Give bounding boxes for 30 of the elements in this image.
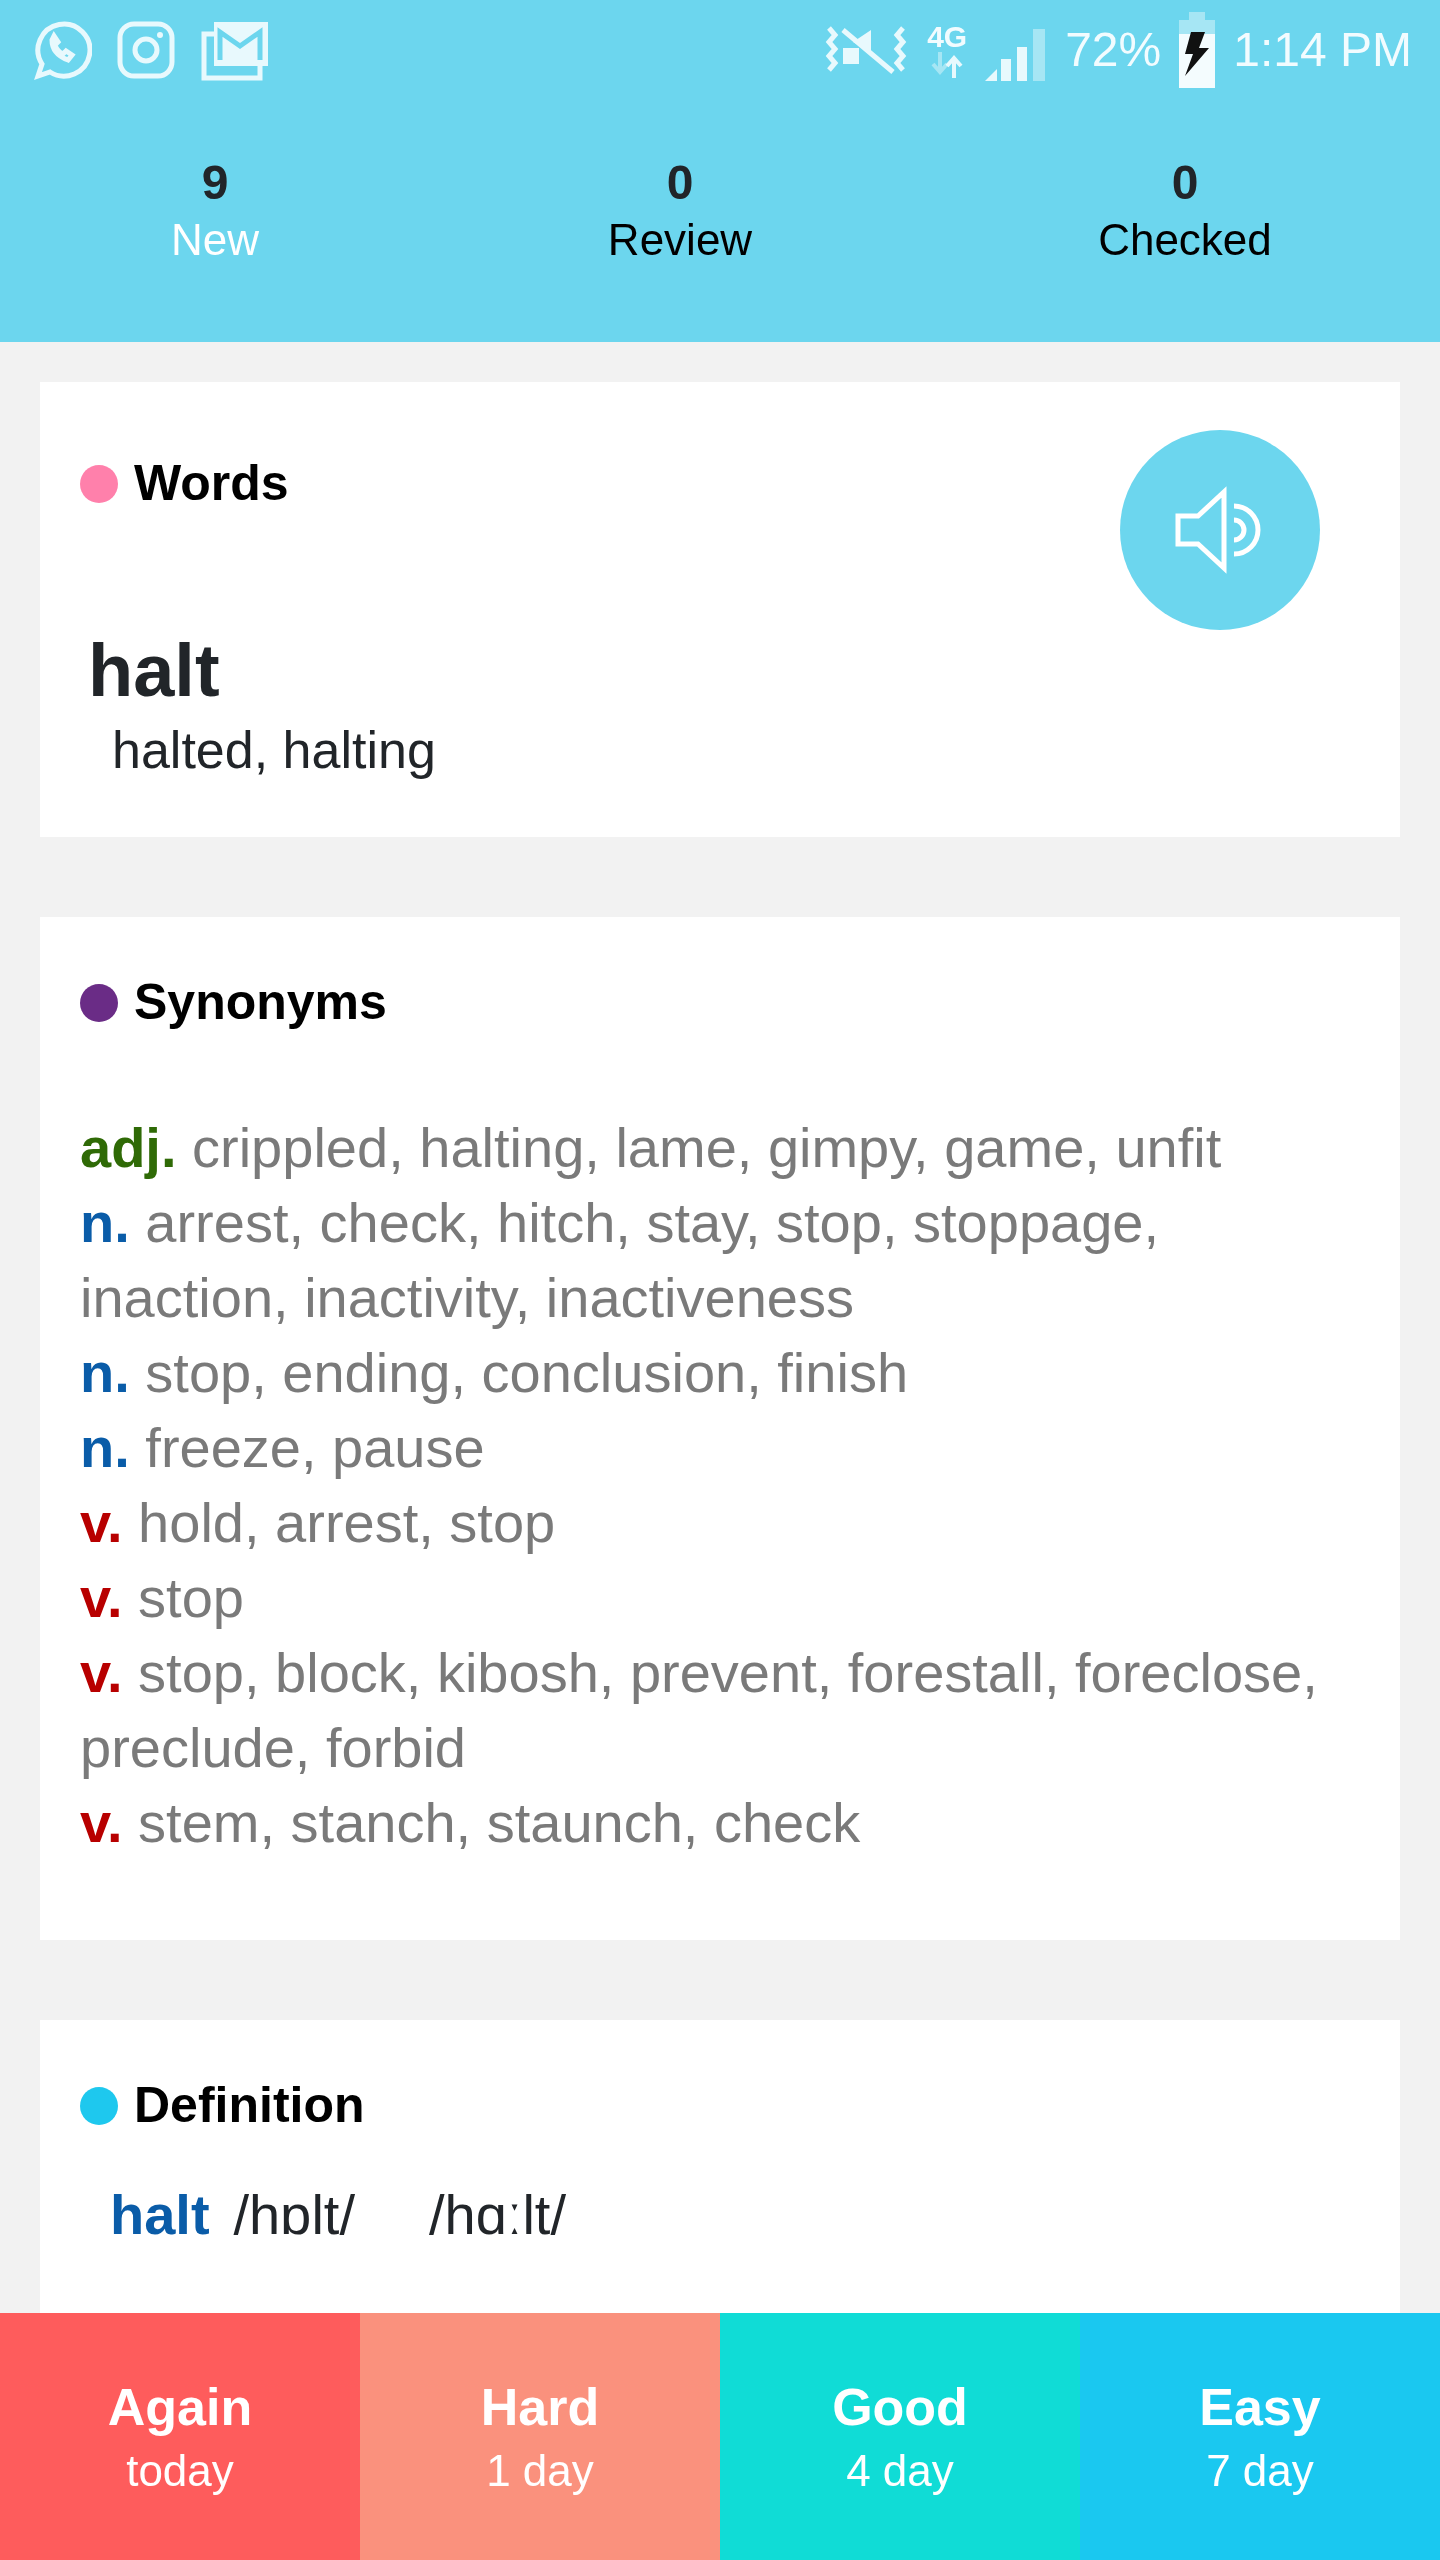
- camera-app-icon: [116, 20, 176, 80]
- word-forms: halted, halting: [111, 720, 437, 782]
- headword: halt: [87, 630, 221, 712]
- stat-label: Review: [607, 214, 753, 267]
- synonym-line: v. hold, arrest, stop: [80, 1490, 557, 1557]
- synonym-line: adj. crippled, halting, lame, gimpy, game, unfit: [80, 1115, 1223, 1182]
- answer-button[interactable]: Again today: [0, 2313, 360, 2560]
- card-title: Synonyms: [134, 973, 387, 1033]
- card-title: Words: [134, 454, 289, 513]
- stat-label: Checked: [1098, 214, 1272, 267]
- data-arrows-icon: [930, 52, 965, 78]
- uk-pronunciation: /hɒlt/: [233, 2182, 355, 2249]
- answer-button[interactable]: Good 4 day: [720, 2313, 1080, 2560]
- stat-count: 0: [1171, 154, 1199, 211]
- battery-charging-icon: [1177, 12, 1218, 88]
- us-pronunciation: /hɑːlt/: [428, 2182, 566, 2249]
- synonym-line: n. stop, ending, conclusion, finish: [80, 1340, 910, 1407]
- synonym-line: v. stem, stanch, staunch, check: [80, 1790, 862, 1857]
- stat-label: New: [171, 214, 259, 267]
- card-title: Definition: [134, 2076, 365, 2136]
- definition-headword: halt: [110, 2182, 210, 2249]
- network-type-label: 4G: [927, 22, 968, 52]
- stat-count: 0: [666, 154, 694, 211]
- answer-button[interactable]: Hard 1 day: [360, 2313, 720, 2560]
- battery-percent: 72%: [1065, 22, 1162, 78]
- answer-button[interactable]: Easy 7 day: [1080, 2313, 1440, 2560]
- stat-count: 9: [201, 154, 229, 211]
- synonym-line: v. stop: [80, 1565, 245, 1632]
- synonym-line: n. freeze, pause: [80, 1415, 486, 1482]
- clock-time: 1:14 PM: [1233, 22, 1412, 78]
